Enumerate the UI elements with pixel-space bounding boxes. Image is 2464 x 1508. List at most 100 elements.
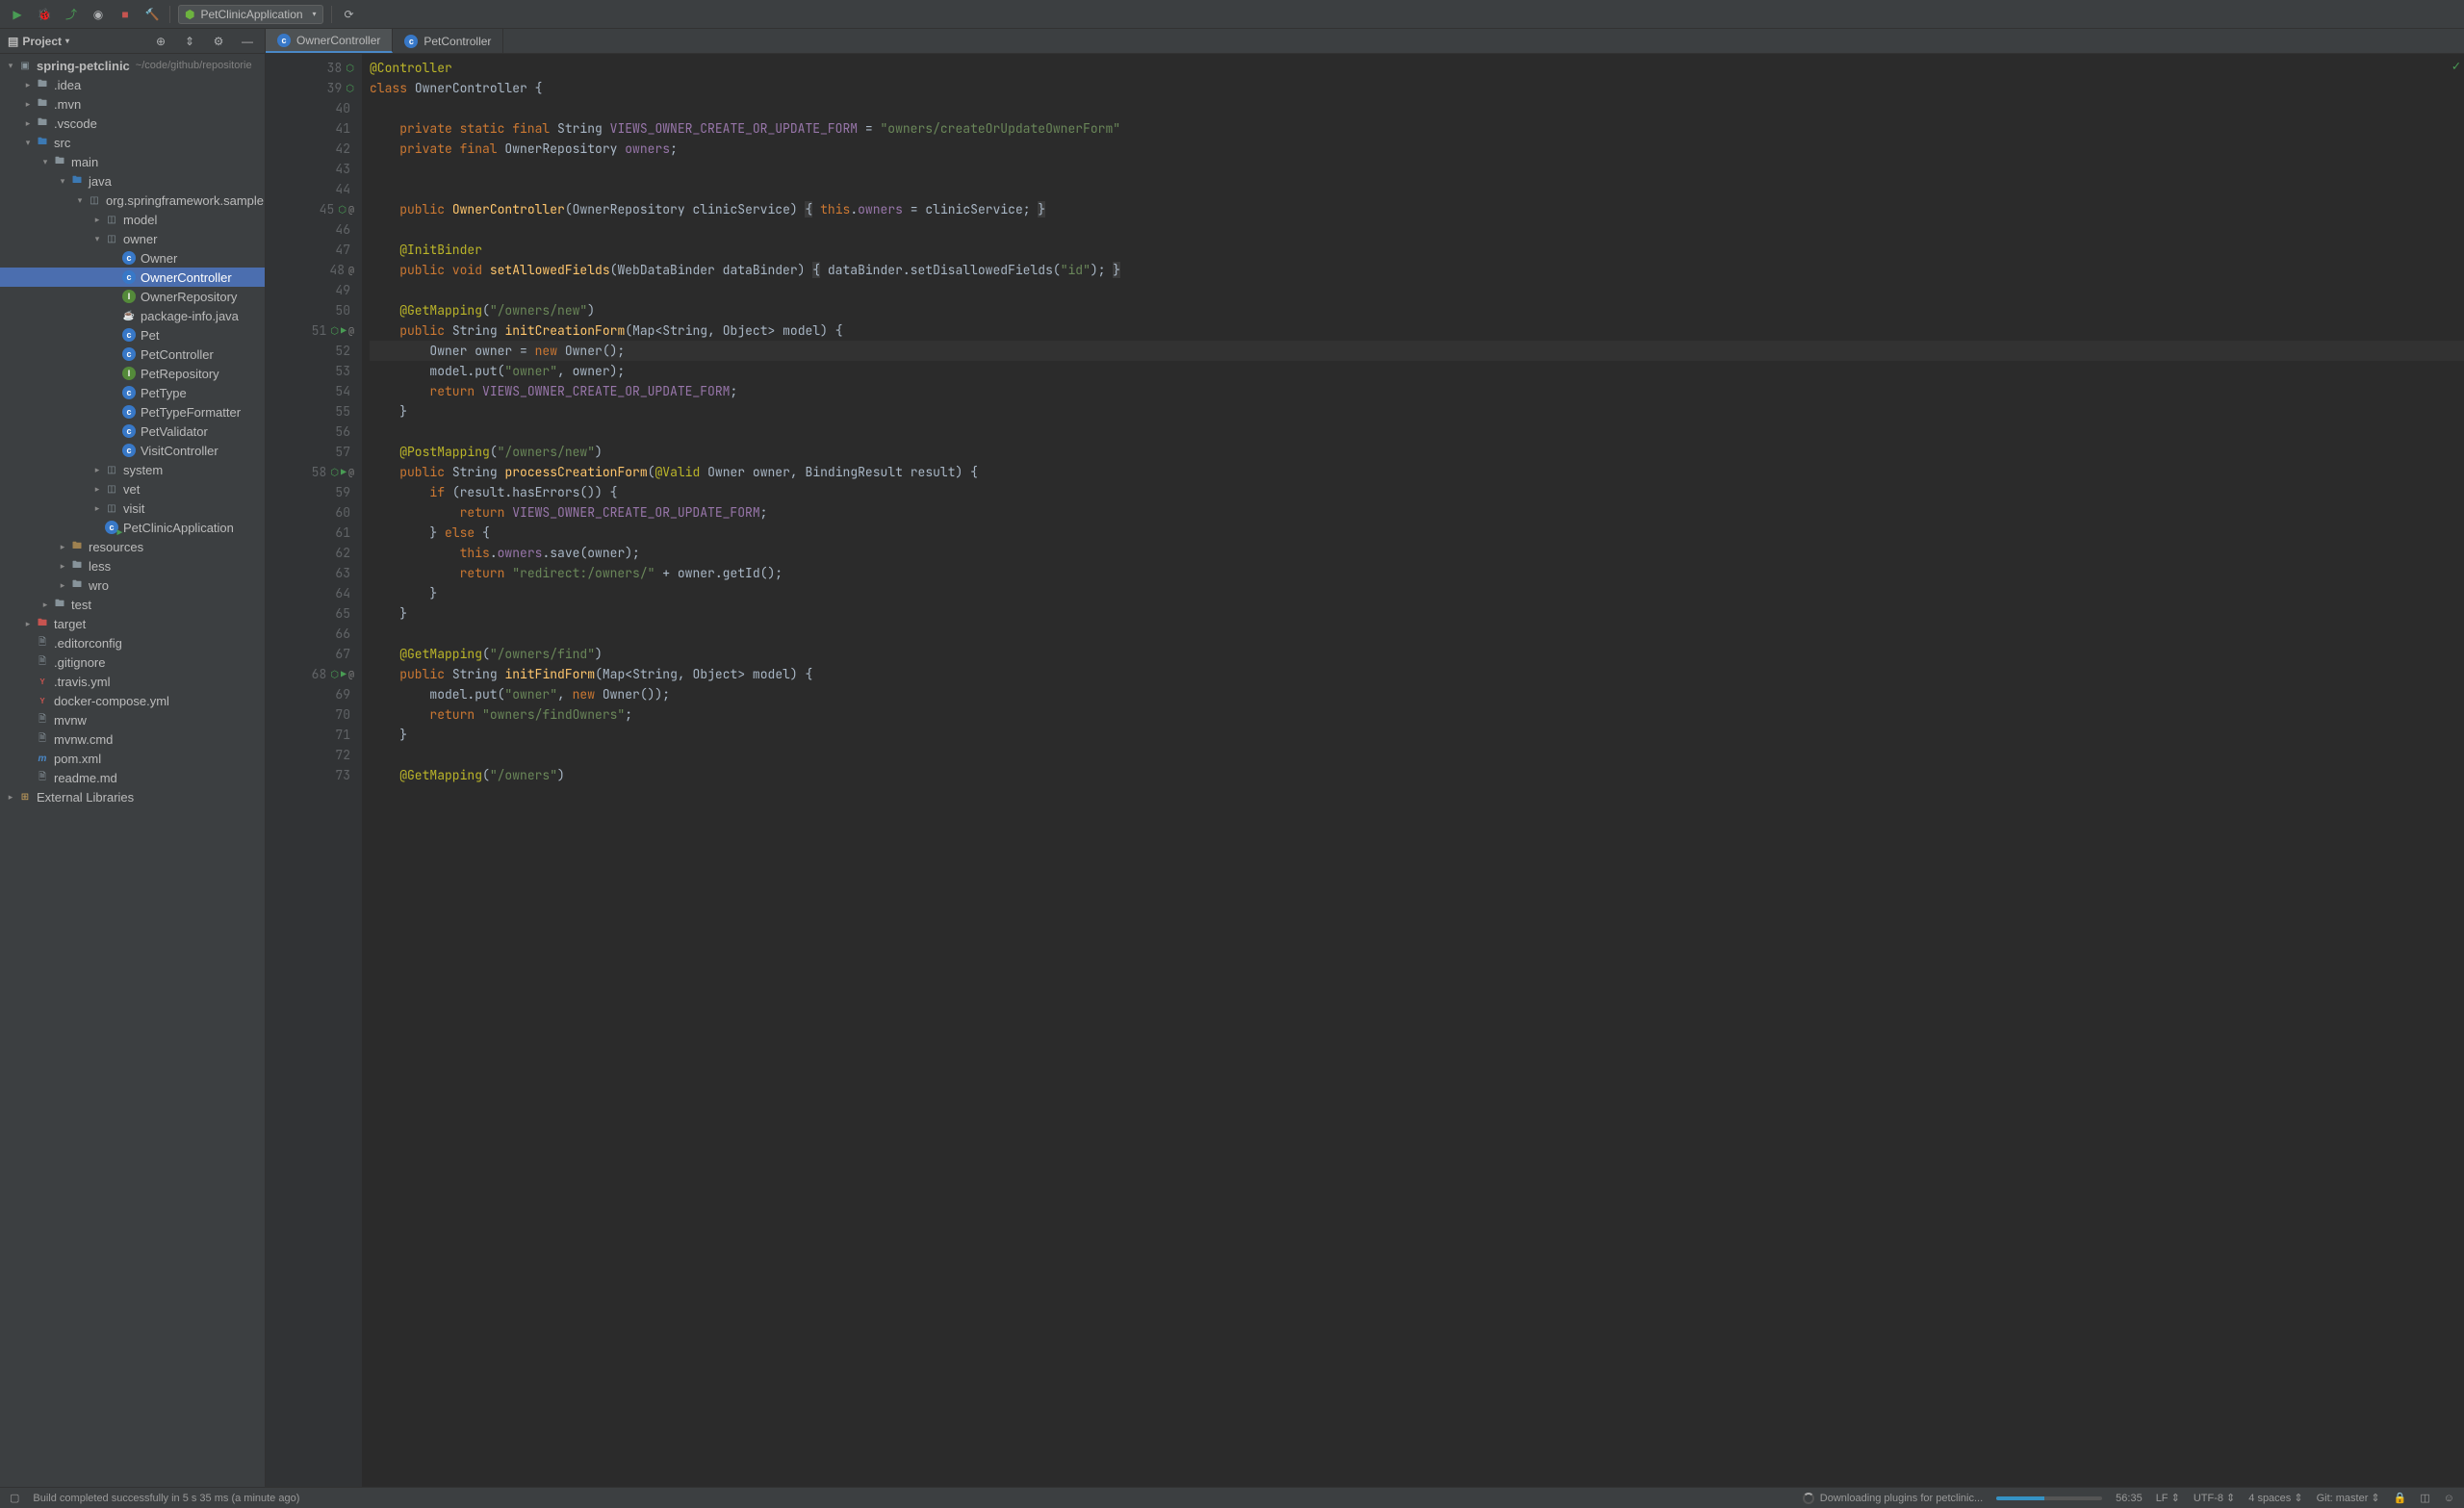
run-configuration-selector[interactable]: ⬢ PetClinicApplication xyxy=(178,5,323,24)
tree-arrow-icon[interactable]: ▸ xyxy=(90,215,104,225)
run-gutter-icon[interactable]: ▶ xyxy=(341,462,346,482)
tree-arrow-icon[interactable]: ▸ xyxy=(38,600,52,610)
tree-item-ownercontroller[interactable]: cOwnerController xyxy=(0,268,265,287)
tool-windows-icon[interactable]: ▢ xyxy=(10,1492,19,1504)
override-icon[interactable]: ⬡ xyxy=(338,199,346,219)
code-line[interactable]: if (result.hasErrors()) { xyxy=(370,482,2464,502)
tree-item-model[interactable]: ▸◫model xyxy=(0,210,265,229)
locate-file-icon[interactable]: ⊕ xyxy=(151,32,170,51)
gutter-line[interactable]: 53 xyxy=(266,361,362,381)
gutter-line[interactable]: 67 xyxy=(266,644,362,664)
gutter-line[interactable]: 56 xyxy=(266,422,362,442)
tree-item-petclinicapplication[interactable]: c▶PetClinicApplication xyxy=(0,518,265,537)
override-icon[interactable]: ⬡ xyxy=(330,320,339,341)
code-line[interactable]: public void setAllowedFields(WebDataBind… xyxy=(370,260,2464,280)
tree-item-owner[interactable]: cOwner xyxy=(0,248,265,268)
tree-arrow-icon[interactable]: ▾ xyxy=(21,138,35,148)
tree-item--vscode[interactable]: ▸🖿.vscode xyxy=(0,114,265,133)
tree-arrow-icon[interactable]: ▸ xyxy=(56,542,69,552)
code-line[interactable] xyxy=(370,179,2464,199)
tree-item-mvnw-cmd[interactable]: 🗎mvnw.cmd xyxy=(0,729,265,749)
code-line[interactable] xyxy=(370,98,2464,118)
gutter-line[interactable]: 47 xyxy=(266,240,362,260)
tree-item-petvalidator[interactable]: cPetValidator xyxy=(0,422,265,441)
usage-icon[interactable]: @ xyxy=(348,320,354,341)
tree-item-petcontroller[interactable]: cPetController xyxy=(0,345,265,364)
code-line[interactable] xyxy=(370,745,2464,765)
tree-item-src[interactable]: ▾🖿src xyxy=(0,133,265,152)
gutter-line[interactable]: 41 xyxy=(266,118,362,139)
gutter-line[interactable]: 60 xyxy=(266,502,362,523)
usage-icon[interactable]: @ xyxy=(348,462,354,482)
tree-arrow-icon[interactable]: ▸ xyxy=(21,99,35,110)
code-line[interactable]: @Controller xyxy=(370,58,2464,78)
editor-tab-ownercontroller[interactable]: cOwnerController xyxy=(266,29,393,53)
code-line[interactable] xyxy=(370,219,2464,240)
tree-arrow-icon[interactable]: ▸ xyxy=(21,118,35,129)
indent-setting[interactable]: 4 spaces ⇕ xyxy=(2248,1492,2302,1504)
memory-indicator-icon[interactable]: ◫ xyxy=(2420,1492,2429,1504)
gutter-line[interactable]: 49 xyxy=(266,280,362,300)
build-button[interactable]: 🔨 xyxy=(142,5,162,24)
code-line[interactable]: return "owners/findOwners"; xyxy=(370,704,2464,725)
tree-item--idea[interactable]: ▸🖿.idea xyxy=(0,75,265,94)
code-line[interactable]: public String processCreationForm(@Valid… xyxy=(370,462,2464,482)
code-line[interactable]: return VIEWS_OWNER_CREATE_OR_UPDATE_FORM… xyxy=(370,502,2464,523)
tree-item-docker-compose-yml[interactable]: Ydocker-compose.yml xyxy=(0,691,265,710)
code-line[interactable]: } xyxy=(370,583,2464,603)
tree-item--gitignore[interactable]: 🗎.gitignore xyxy=(0,652,265,672)
code-line[interactable]: } xyxy=(370,401,2464,422)
tree-item-java[interactable]: ▾🖿java xyxy=(0,171,265,191)
stop-button[interactable]: ■ xyxy=(116,5,135,24)
code-line[interactable]: return "redirect:/owners/" + owner.getId… xyxy=(370,563,2464,583)
tree-arrow-icon[interactable]: ▸ xyxy=(90,484,104,495)
tree-arrow-icon[interactable]: ▾ xyxy=(73,195,87,206)
profile-button[interactable]: ◉ xyxy=(89,5,108,24)
tree-item-visitcontroller[interactable]: cVisitController xyxy=(0,441,265,460)
code-line[interactable]: } xyxy=(370,725,2464,745)
usage-icon[interactable]: @ xyxy=(348,664,354,684)
gutter-line[interactable]: 66 xyxy=(266,624,362,644)
gutter-line[interactable]: 48@ xyxy=(266,260,362,280)
gutter-line[interactable]: 44 xyxy=(266,179,362,199)
gutter-line[interactable]: 45⬡@ xyxy=(266,199,362,219)
tree-item--travis-yml[interactable]: Y.travis.yml xyxy=(0,672,265,691)
progress-bar[interactable] xyxy=(1996,1496,2102,1500)
tree-item-pet[interactable]: cPet xyxy=(0,325,265,345)
expand-all-icon[interactable]: ⇕ xyxy=(180,32,199,51)
tree-item-main[interactable]: ▾🖿main xyxy=(0,152,265,171)
code-line[interactable]: private static final String VIEWS_OWNER_… xyxy=(370,118,2464,139)
tree-arrow-icon[interactable]: ▸ xyxy=(4,792,17,803)
code-line[interactable] xyxy=(370,280,2464,300)
usage-icon[interactable]: @ xyxy=(348,199,354,219)
code-line[interactable]: public String initCreationForm(Map<Strin… xyxy=(370,320,2464,341)
gutter-line[interactable]: 43 xyxy=(266,159,362,179)
tree-arrow-icon[interactable]: ▸ xyxy=(90,503,104,514)
gutter-line[interactable]: 40 xyxy=(266,98,362,118)
gutter-line[interactable]: 50 xyxy=(266,300,362,320)
tree-item-petrepository[interactable]: IPetRepository xyxy=(0,364,265,383)
tree-item-external-libraries[interactable]: ▸⊞External Libraries xyxy=(0,787,265,806)
tree-arrow-icon[interactable]: ▸ xyxy=(90,465,104,475)
background-task-label[interactable]: Downloading plugins for petclinic... xyxy=(1820,1493,1983,1504)
code-line[interactable]: class OwnerController { xyxy=(370,78,2464,98)
tree-arrow-icon[interactable]: ▸ xyxy=(21,619,35,629)
ide-features-icon[interactable]: ☺ xyxy=(2444,1493,2454,1504)
tree-item-target[interactable]: ▸🖿target xyxy=(0,614,265,633)
gutter-line[interactable]: 39⬡ xyxy=(266,78,362,98)
code-line[interactable]: Owner owner = new Owner(); xyxy=(370,341,2464,361)
code-line[interactable]: @GetMapping("/owners/new") xyxy=(370,300,2464,320)
gutter-line[interactable]: 42 xyxy=(266,139,362,159)
gutter-line[interactable]: 68⬡▶@ xyxy=(266,664,362,684)
tree-item--mvn[interactable]: ▸🖿.mvn xyxy=(0,94,265,114)
tree-item-spring-petclinic[interactable]: ▾▣spring-petclinic~/code/github/reposito… xyxy=(0,56,265,75)
tree-item-pettypeformatter[interactable]: cPetTypeFormatter xyxy=(0,402,265,422)
tree-item--editorconfig[interactable]: 🗎.editorconfig xyxy=(0,633,265,652)
update-button[interactable]: ⟳ xyxy=(340,5,359,24)
file-encoding[interactable]: UTF-8 ⇕ xyxy=(2194,1492,2235,1504)
tree-item-wro[interactable]: ▸🖿wro xyxy=(0,575,265,595)
tree-item-test[interactable]: ▸🖿test xyxy=(0,595,265,614)
run-gutter-icon[interactable]: ▶ xyxy=(341,320,346,341)
gutter-line[interactable]: 70 xyxy=(266,704,362,725)
code-line[interactable]: } xyxy=(370,603,2464,624)
